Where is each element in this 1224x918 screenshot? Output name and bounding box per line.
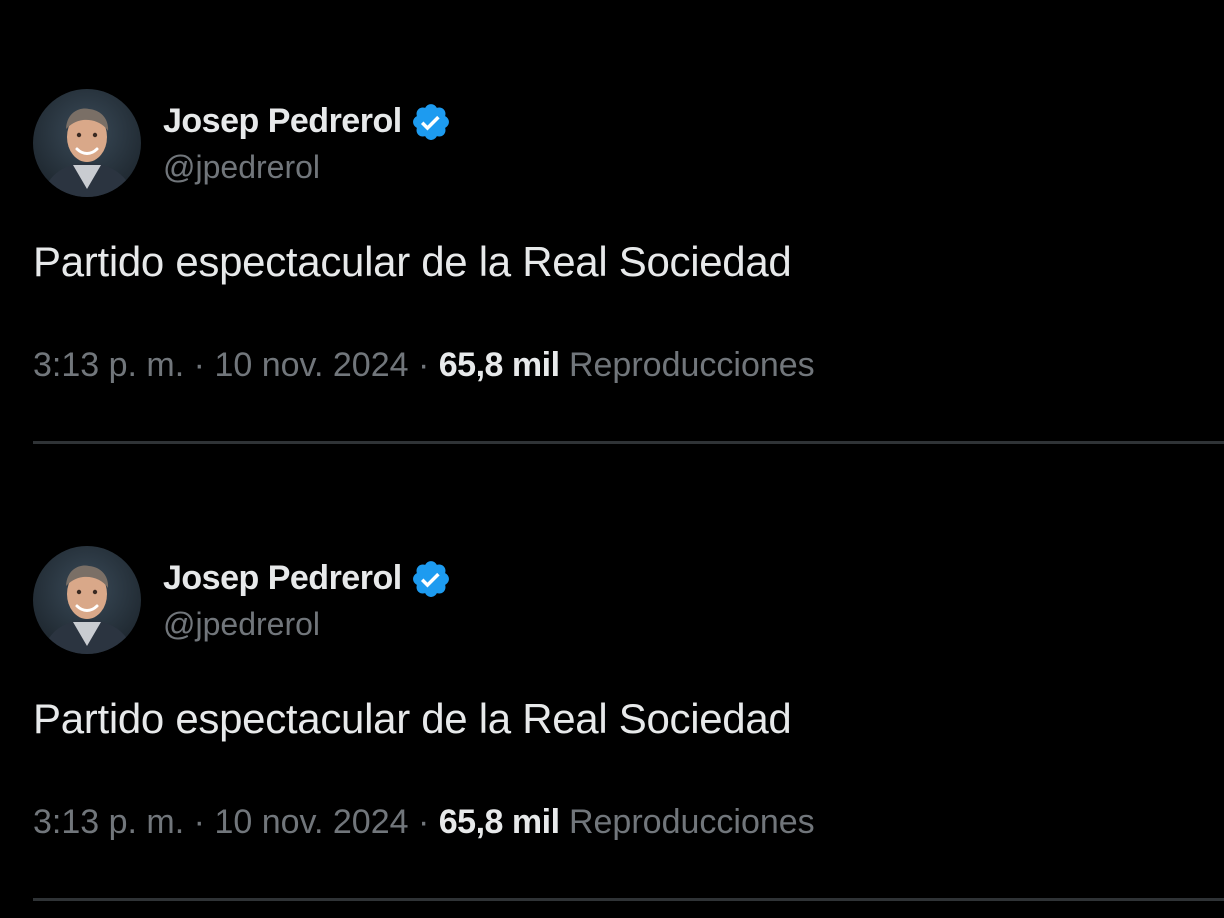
author-display-name[interactable]: Josep Pedrerol: [163, 559, 402, 598]
author-name-row[interactable]: Josep Pedrerol: [163, 558, 452, 600]
tweet-text: Partido espectacular de la Real Sociedad: [33, 238, 792, 285]
author-name-row[interactable]: Josep Pedrerol: [163, 101, 452, 143]
tweet-time: 3:13 p. m.: [33, 803, 185, 841]
tweet-timestamp[interactable]: 3:13 p. m. · 10 nov. 2024: [33, 803, 409, 841]
meta-separator: ·: [417, 346, 430, 384]
author-names: Josep Pedrerol @jpedrerol: [163, 558, 452, 643]
views-label: Reproducciones: [568, 803, 815, 841]
tweet-meta: 3:13 p. m. · 10 nov. 2024 · 65,8 mil Rep…: [33, 803, 815, 842]
tweet-header: Josep Pedrerol @jpedrerol: [33, 545, 452, 655]
meta-separator: ·: [193, 346, 205, 384]
tweet-card[interactable]: Josep Pedrerol @jpedrerol Partido espect…: [0, 457, 1224, 901]
author-handle[interactable]: @jpedrerol: [163, 606, 452, 643]
meta-separator: ·: [193, 803, 205, 841]
views-count: 65,8 mil: [438, 346, 560, 384]
author-handle[interactable]: @jpedrerol: [163, 149, 452, 186]
tweet-meta: 3:13 p. m. · 10 nov. 2024 · 65,8 mil Rep…: [33, 346, 815, 385]
tweet-timestamp[interactable]: 3:13 p. m. · 10 nov. 2024: [33, 346, 409, 384]
avatar[interactable]: [33, 89, 141, 197]
tweet-text: Partido espectacular de la Real Sociedad: [33, 695, 792, 742]
tweet-date: 10 nov. 2024: [214, 346, 409, 384]
views-link[interactable]: 65,8 mil Reproducciones: [439, 803, 815, 841]
verified-badge-icon[interactable]: [410, 558, 452, 600]
divider: [33, 898, 1224, 901]
avatar[interactable]: [33, 546, 141, 654]
views-label: Reproducciones: [568, 346, 815, 384]
tweet-date: 10 nov. 2024: [214, 803, 409, 841]
tweet-card[interactable]: Josep Pedrerol @jpedrerol Partido espect…: [0, 0, 1224, 444]
author-display-name[interactable]: Josep Pedrerol: [163, 102, 402, 141]
views-count: 65,8 mil: [438, 803, 560, 841]
tweet-header: Josep Pedrerol @jpedrerol: [33, 88, 452, 198]
divider: [33, 441, 1224, 444]
tweet-time: 3:13 p. m.: [33, 346, 185, 384]
meta-separator: ·: [417, 803, 430, 841]
verified-badge-icon[interactable]: [410, 101, 452, 143]
author-names: Josep Pedrerol @jpedrerol: [163, 101, 452, 186]
views-link[interactable]: 65,8 mil Reproducciones: [439, 346, 815, 384]
